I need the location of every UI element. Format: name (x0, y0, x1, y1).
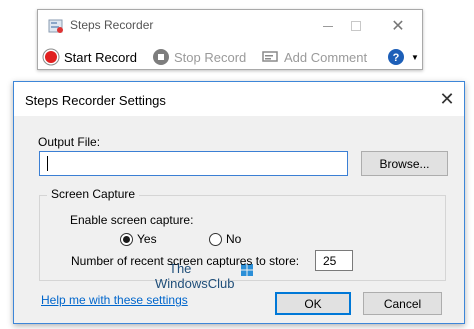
recorder-close-button[interactable]: ✕ (388, 16, 408, 36)
close-icon: ✕ (439, 88, 455, 109)
minimize-button[interactable] (318, 16, 338, 36)
recorder-title: Steps Recorder (70, 18, 154, 32)
settings-dialog: Steps Recorder Settings ✕ Output File: B… (13, 81, 465, 324)
help-dropdown-button[interactable]: ? ▼ (387, 46, 419, 68)
dialog-titlebar: Steps Recorder Settings ✕ (14, 82, 464, 116)
stop-record-label: Stop Record (174, 49, 247, 65)
chevron-down-icon: ▼ (411, 52, 419, 62)
start-record-label: Start Record (64, 49, 137, 65)
watermark-line2: WindowsClub (155, 276, 235, 291)
close-icon: ✕ (391, 18, 405, 35)
radio-no-label: No (226, 232, 242, 246)
enable-capture-label: Enable screen capture: (70, 213, 194, 227)
steps-recorder-window: Steps Recorder ✕ Start Record Stop Recor… (37, 9, 423, 70)
stop-record-button[interactable]: Stop Record (152, 46, 246, 68)
dialog-title: Steps Recorder Settings (25, 93, 166, 108)
recorder-titlebar: Steps Recorder ✕ (38, 10, 422, 42)
dialog-close-button[interactable]: ✕ (436, 88, 458, 110)
minimize-icon (323, 25, 333, 27)
browse-button[interactable]: Browse... (361, 151, 448, 176)
svg-text:?: ? (393, 52, 400, 64)
help-settings-link[interactable]: Help me with these settings (41, 293, 188, 307)
stop-icon (153, 49, 169, 65)
maximize-button[interactable] (346, 16, 366, 36)
cancel-button[interactable]: Cancel (363, 292, 442, 315)
screen-capture-group-label: Screen Capture (47, 187, 140, 201)
recent-count-input[interactable]: 25 (315, 250, 353, 271)
radio-unselected-icon (209, 232, 222, 246)
record-icon (42, 48, 60, 66)
radio-no[interactable]: No (209, 232, 241, 246)
recorder-toolbar: Start Record Stop Record Add Comment ? ▼ (38, 44, 422, 70)
ok-button[interactable]: OK (275, 292, 351, 315)
steps-recorder-app-icon (48, 19, 63, 33)
radio-yes-label: Yes (137, 232, 157, 246)
comment-icon (262, 51, 278, 62)
text-caret (47, 156, 48, 171)
radio-yes[interactable]: Yes (120, 232, 157, 246)
start-record-button[interactable]: Start Record (42, 46, 137, 68)
recent-count-label: Number of recent screen captures to stor… (71, 254, 300, 268)
help-icon: ? (388, 49, 404, 65)
radio-selected-icon (120, 232, 133, 246)
add-comment-label: Add Comment (284, 49, 368, 65)
maximize-icon (351, 21, 361, 31)
add-comment-button[interactable]: Add Comment (262, 46, 367, 68)
output-file-input[interactable] (39, 151, 348, 176)
output-file-label: Output File: (38, 135, 101, 149)
